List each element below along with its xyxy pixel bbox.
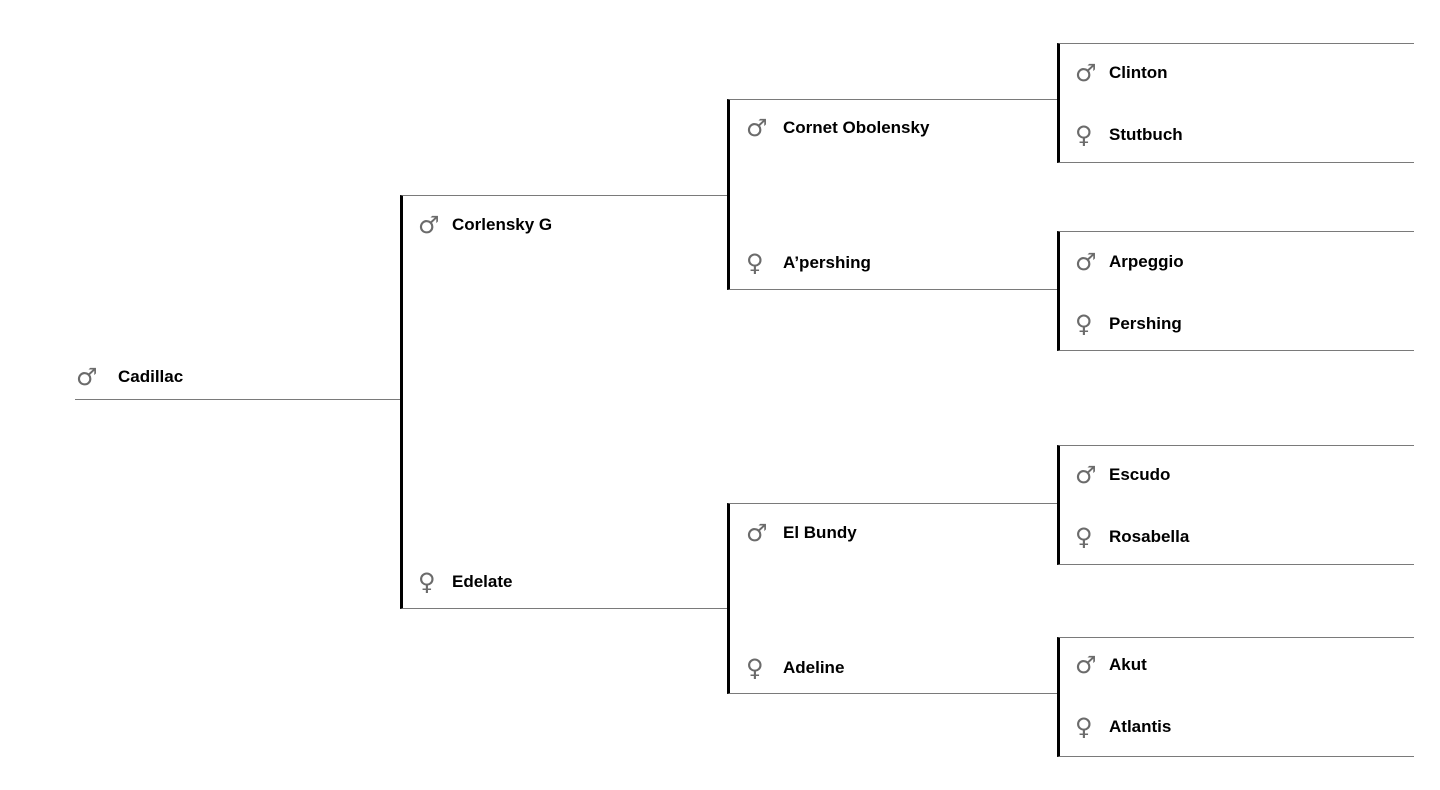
horse-ddd[interactable]: ♀ Atlantis <box>1075 715 1171 739</box>
male-icon: ♂ <box>1075 248 1097 276</box>
male-icon: ♂ <box>1075 651 1097 679</box>
horse-name: Cadillac <box>118 367 184 386</box>
horse-name: Stutbuch <box>1109 125 1183 144</box>
subject-connector <box>75 399 401 400</box>
female-icon: ♀ <box>1075 713 1093 741</box>
horse-name: Pershing <box>1109 314 1182 333</box>
female-icon: ♀ <box>746 654 764 682</box>
horse-dsd[interactable]: ♀ Rosabella <box>1075 525 1189 549</box>
horse-dds[interactable]: ♂ Akut <box>1075 653 1147 677</box>
horse-name: Corlensky G <box>452 215 553 234</box>
horse-dam[interactable]: ♀ Edelate <box>418 570 512 594</box>
horse-sdd[interactable]: ♀ Pershing <box>1075 312 1182 336</box>
female-icon: ♀ <box>1075 523 1093 551</box>
horse-dam-sire[interactable]: ♂ El Bundy <box>746 521 857 545</box>
horse-name: Akut <box>1109 655 1147 674</box>
female-icon: ♀ <box>746 249 764 277</box>
horse-name: Escudo <box>1109 465 1171 484</box>
male-icon: ♂ <box>1075 59 1097 87</box>
male-icon: ♂ <box>1075 461 1097 489</box>
horse-name: Rosabella <box>1109 527 1190 546</box>
parents-bracket <box>400 195 728 609</box>
horse-subject[interactable]: ♂ Cadillac <box>76 365 183 389</box>
horse-ssd[interactable]: ♀ Stutbuch <box>1075 123 1183 147</box>
horse-sds[interactable]: ♂ Arpeggio <box>1075 250 1184 274</box>
male-icon: ♂ <box>746 114 768 142</box>
horse-dss[interactable]: ♂ Escudo <box>1075 463 1170 487</box>
horse-name: Atlantis <box>1109 717 1172 736</box>
horse-name: El Bundy <box>783 523 857 542</box>
male-icon: ♂ <box>76 363 98 391</box>
female-icon: ♀ <box>1075 121 1093 149</box>
horse-sss[interactable]: ♂ Clinton <box>1075 61 1168 85</box>
horse-sire[interactable]: ♂ Corlensky G <box>418 213 552 237</box>
horse-name: Edelate <box>452 572 513 591</box>
male-icon: ♂ <box>746 519 768 547</box>
horse-name: A’pershing <box>783 253 871 272</box>
horse-name: Arpeggio <box>1109 252 1184 271</box>
horse-sire-dam[interactable]: ♀ A’pershing <box>746 251 871 275</box>
horse-name: Adeline <box>783 658 845 677</box>
horse-dam-dam[interactable]: ♀ Adeline <box>746 656 844 680</box>
male-icon: ♂ <box>418 211 440 239</box>
female-icon: ♀ <box>1075 310 1093 338</box>
horse-name: Clinton <box>1109 63 1168 82</box>
female-icon: ♀ <box>418 568 436 596</box>
horse-name: Cornet Obolensky <box>783 118 930 137</box>
horse-sire-sire[interactable]: ♂ Cornet Obolensky <box>746 116 929 140</box>
